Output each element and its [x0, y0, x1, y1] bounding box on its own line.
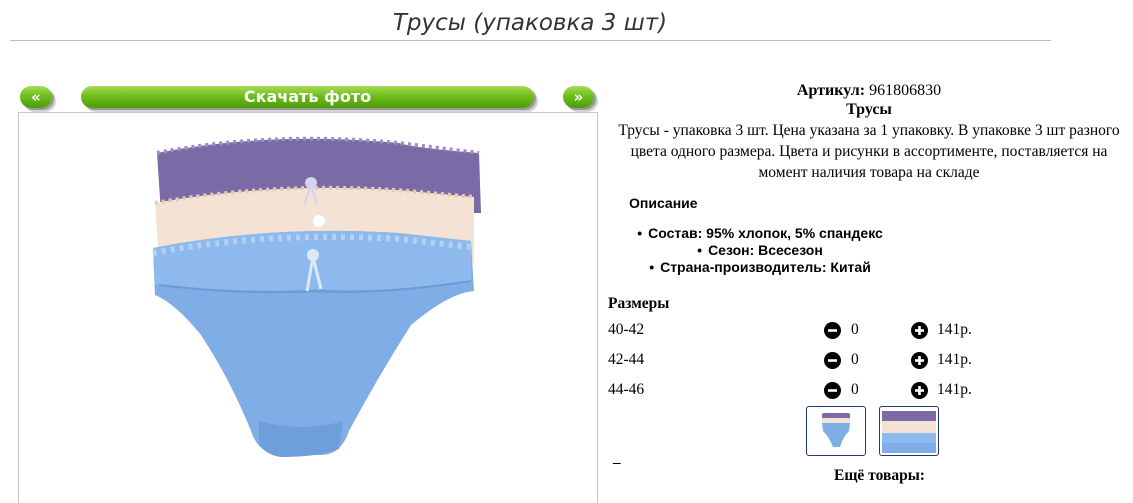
- product-info: Артикул: 961806830 Трусы Трусы - упаковк…: [605, 82, 1133, 183]
- size-label: 44-46: [608, 381, 645, 398]
- minus-circle-icon[interactable]: [824, 382, 841, 399]
- spec-item: Состав: 95% хлопок, 5% спандекс: [600, 225, 920, 242]
- size-price: 141р.: [937, 381, 972, 398]
- plus-circle-icon[interactable]: [911, 352, 928, 369]
- download-photo-button[interactable]: Скачать фото: [81, 86, 534, 108]
- size-row: 44-46 0 141р.: [608, 381, 1008, 401]
- more-products-title: Ещё товары:: [834, 467, 925, 484]
- spec-item: Сезон: Всесезон: [600, 242, 920, 259]
- sku-value: 961806830: [869, 82, 942, 99]
- product-name: Трусы: [846, 101, 892, 118]
- size-quantity: 0: [851, 381, 859, 398]
- title-divider: [10, 40, 1051, 41]
- sku-line: Артикул: 961806830: [605, 82, 1133, 100]
- spec-item: Страна-производитель: Китай: [600, 259, 920, 276]
- size-quantity: 0: [851, 351, 859, 368]
- size-row: 42-44 0 141р.: [608, 351, 1008, 371]
- photo-thumbnail[interactable]: [806, 406, 866, 456]
- plus-circle-icon[interactable]: [911, 322, 928, 339]
- next-photo-button[interactable]: »: [563, 86, 594, 108]
- product-photo: [18, 112, 598, 503]
- sizes-title: Размеры: [608, 295, 670, 312]
- size-label: 40-42: [608, 321, 645, 338]
- sku-label: Артикул:: [796, 82, 866, 99]
- size-label: 42-44: [608, 351, 645, 368]
- minus-circle-icon[interactable]: [824, 352, 841, 369]
- minus-circle-icon[interactable]: [824, 322, 841, 339]
- size-price: 141р.: [937, 321, 972, 338]
- page-title: Трусы (упаковка 3 шт): [392, 10, 668, 36]
- product-description: Трусы - упаковка 3 шт. Цена указана за 1…: [618, 122, 1120, 181]
- size-quantity: 0: [851, 321, 859, 338]
- spec-list: Состав: 95% хлопок, 5% спандекс Сезон: В…: [600, 225, 920, 276]
- size-price: 141р.: [937, 351, 972, 368]
- product-photo-image: [152, 136, 481, 457]
- plus-circle-icon[interactable]: [911, 382, 928, 399]
- prev-photo-button[interactable]: «: [20, 86, 52, 108]
- footer-marker: –: [613, 455, 621, 471]
- details-title: Описание: [629, 195, 698, 211]
- size-row: 40-42 0 141р.: [608, 321, 1008, 341]
- photo-thumbnail[interactable]: [879, 406, 939, 456]
